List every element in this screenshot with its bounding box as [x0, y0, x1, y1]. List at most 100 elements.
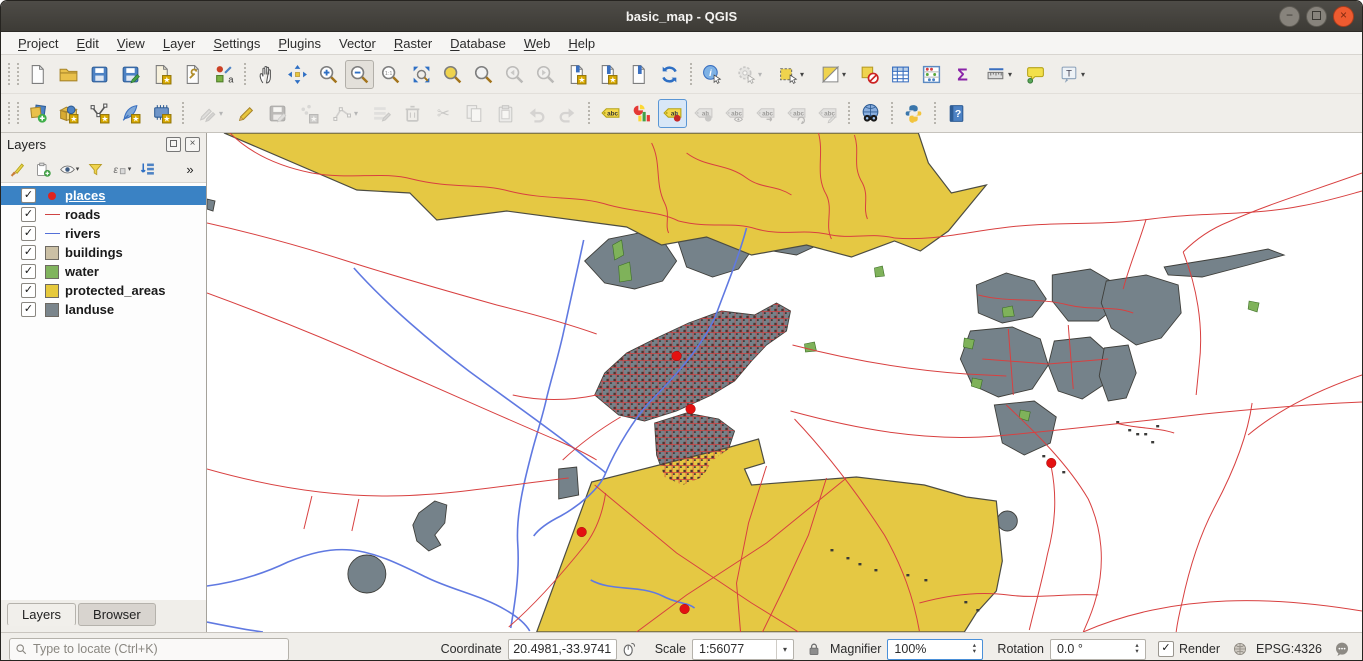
layer-visibility-checkbox[interactable]: ✓	[21, 302, 36, 317]
highlight-pinned-labels-button[interactable]: ab	[658, 99, 687, 128]
zoom-out-button[interactable]	[345, 60, 374, 89]
menu-item-edit[interactable]: Edit	[67, 35, 107, 52]
menu-item-project[interactable]: Project	[9, 35, 67, 52]
map-tips-button[interactable]	[1021, 60, 1050, 89]
rotate-label-button[interactable]: abc	[782, 99, 811, 128]
render-checkbox[interactable]: ✓	[1158, 641, 1174, 657]
new-project-button[interactable]	[23, 60, 52, 89]
menu-item-raster[interactable]: Raster	[385, 35, 441, 52]
menu-item-help[interactable]: Help	[559, 35, 604, 52]
scale-combo[interactable]: 1:56077 ▾	[692, 639, 794, 660]
extents-toggle-icon[interactable]	[621, 641, 637, 657]
field-calculator-button[interactable]	[917, 60, 946, 89]
show-bookmarks-button[interactable]: ★	[593, 60, 622, 89]
spin-arrows[interactable]: ▴▾	[967, 640, 981, 659]
title-bar[interactable]: basic_map - QGIS − ×	[1, 1, 1362, 32]
layer-labeling-options-button[interactable]: abc	[596, 99, 625, 128]
pan-map-button[interactable]	[252, 60, 281, 89]
menu-item-view[interactable]: View	[108, 35, 154, 52]
paste-features-button[interactable]	[491, 99, 520, 128]
manage-map-themes-button[interactable]: ▾	[57, 158, 81, 180]
chevron-down-icon[interactable]: ▾	[1081, 70, 1085, 79]
layer-visibility-checkbox[interactable]: ✓	[21, 207, 36, 222]
layer-row-roads[interactable]: ✓roads	[1, 205, 206, 224]
current-edits-button[interactable]: ▾	[190, 99, 230, 128]
style-manager-button[interactable]: a	[209, 60, 238, 89]
tab-layers[interactable]: Layers	[7, 603, 76, 626]
chevron-down-icon[interactable]: ▾	[842, 70, 846, 79]
metasearch-button[interactable]	[856, 99, 885, 128]
vertex-tool-button[interactable]: ▾	[325, 99, 365, 128]
text-annotation-button[interactable]: T▾	[1052, 60, 1092, 89]
statistical-summary-button[interactable]: Σ	[948, 60, 977, 89]
minimize-button[interactable]: −	[1279, 6, 1300, 27]
modify-attributes-button[interactable]	[367, 99, 396, 128]
lock-icon[interactable]	[806, 641, 822, 657]
zoom-in-button[interactable]	[314, 60, 343, 89]
layer-visibility-checkbox[interactable]: ✓	[21, 245, 36, 260]
chevron-down-icon[interactable]: ▾	[354, 109, 358, 118]
zoom-to-layer-button[interactable]	[469, 60, 498, 89]
measure-button[interactable]: ▾	[979, 60, 1019, 89]
chevron-down-icon[interactable]: ▾	[1008, 70, 1012, 79]
locator-input[interactable]: Type to locate (Ctrl+K)	[9, 638, 289, 661]
toggle-editing-button[interactable]	[232, 99, 261, 128]
panel-float-button[interactable]	[166, 137, 181, 152]
deselect-features-button[interactable]	[855, 60, 884, 89]
zoom-next-button[interactable]	[531, 60, 560, 89]
menu-item-layer[interactable]: Layer	[154, 35, 205, 52]
filter-by-expression-button[interactable]: ε▾	[109, 158, 133, 180]
menu-item-database[interactable]: Database	[441, 35, 515, 52]
refresh-map-button[interactable]	[655, 60, 684, 89]
menu-item-plugins[interactable]: Plugins	[269, 35, 330, 52]
new-spatialite-layer-button[interactable]: ★	[116, 99, 145, 128]
open-project-button[interactable]	[54, 60, 83, 89]
new-virtual-layer-button[interactable]: ★	[147, 99, 176, 128]
copy-features-button[interactable]	[460, 99, 489, 128]
menu-item-vector[interactable]: Vector	[330, 35, 385, 52]
new-geopackage-layer-button[interactable]: ★	[54, 99, 83, 128]
new-bookmark-button[interactable]: ★	[562, 60, 591, 89]
toolbar-grip[interactable]	[8, 102, 19, 124]
pin-unpin-labels-button[interactable]: ab	[689, 99, 718, 128]
filter-legend-button[interactable]	[83, 158, 107, 180]
pan-to-selection-button[interactable]	[283, 60, 312, 89]
layer-row-buildings[interactable]: ✓buildings	[1, 243, 206, 262]
help-button[interactable]: ?	[942, 99, 971, 128]
add-feature-button[interactable]: ★	[294, 99, 323, 128]
layer-row-rivers[interactable]: ✓rivers	[1, 224, 206, 243]
menu-item-web[interactable]: Web	[515, 35, 560, 52]
layer-visibility-checkbox[interactable]: ✓	[21, 188, 36, 203]
panel-close-button[interactable]: ×	[185, 137, 200, 152]
zoom-last-button[interactable]	[500, 60, 529, 89]
layer-row-landuse[interactable]: ✓landuse	[1, 300, 206, 319]
chevron-down-icon[interactable]: ▾	[776, 640, 793, 659]
delete-selected-button[interactable]	[398, 99, 427, 128]
bookmark-manager-button[interactable]	[624, 60, 653, 89]
spin-arrows[interactable]: ▴▾	[1130, 640, 1144, 659]
map-canvas[interactable]	[207, 133, 1362, 632]
layer-visibility-checkbox[interactable]: ✓	[21, 226, 36, 241]
undo-button[interactable]	[522, 99, 551, 128]
layer-row-places[interactable]: ✓places	[1, 186, 206, 205]
save-project-button[interactable]	[85, 60, 114, 89]
chevron-down-icon[interactable]: ▾	[800, 70, 804, 79]
select-features-button[interactable]: ▾	[771, 60, 811, 89]
move-label-button[interactable]: abc	[751, 99, 780, 128]
messages-icon[interactable]	[1334, 641, 1350, 657]
open-attribute-table-button[interactable]	[886, 60, 915, 89]
toolbar-grip[interactable]	[8, 63, 19, 85]
tab-browser[interactable]: Browser	[78, 603, 156, 626]
zoom-full-button[interactable]	[407, 60, 436, 89]
new-shapefile-layer-button[interactable]: ★	[85, 99, 114, 128]
chevron-down-icon[interactable]: ▾	[219, 109, 223, 118]
cut-features-button[interactable]: ✂	[429, 99, 458, 128]
run-feature-action-button[interactable]: ▾	[729, 60, 769, 89]
open-layer-styling-button[interactable]	[5, 158, 29, 180]
show-hide-labels-button[interactable]: abc	[720, 99, 749, 128]
zoom-native-button[interactable]: 1:1	[376, 60, 405, 89]
layer-diagram-options-button[interactable]	[627, 99, 656, 128]
chevron-down-icon[interactable]: ▾	[128, 165, 132, 173]
open-data-source-manager-button[interactable]	[23, 99, 52, 128]
layer-visibility-checkbox[interactable]: ✓	[21, 283, 36, 298]
